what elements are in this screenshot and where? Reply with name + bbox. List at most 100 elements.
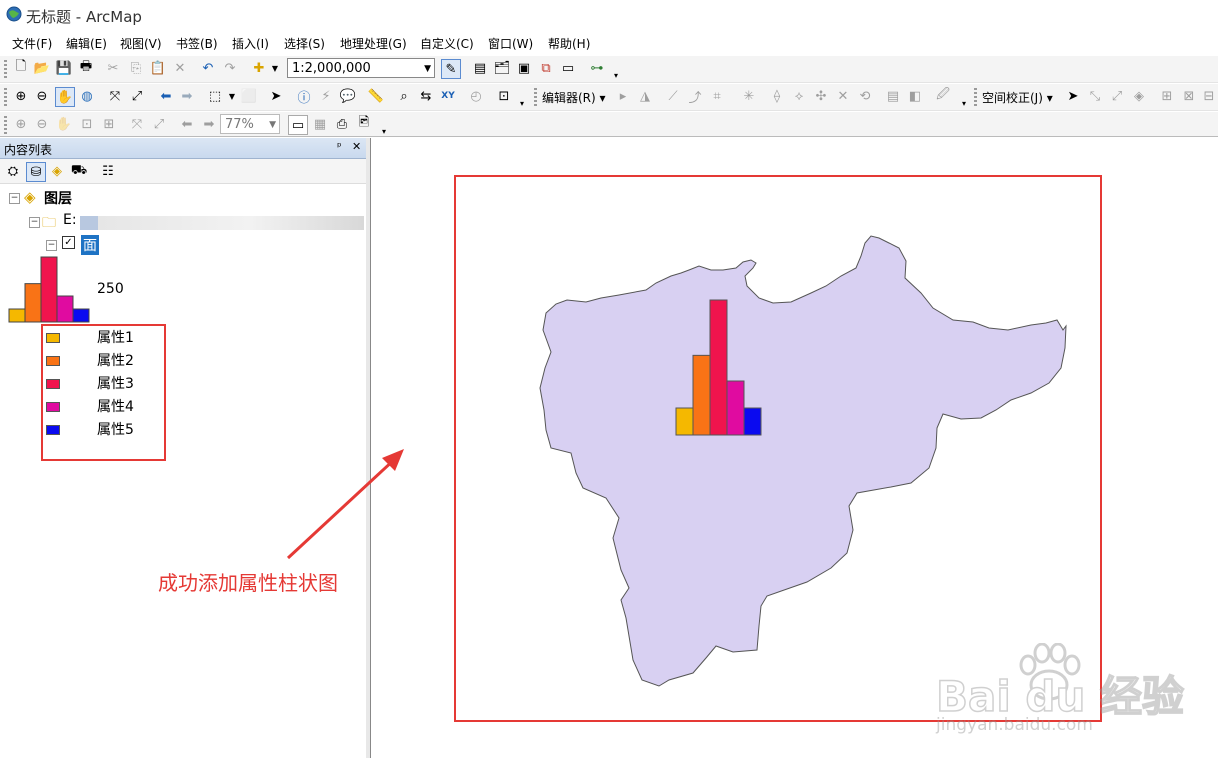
undo-icon[interactable]: ↶ xyxy=(199,59,217,77)
menu-geoprocessing[interactable]: 地理处理(G) xyxy=(340,35,407,52)
menu-windows[interactable]: 窗口(W) xyxy=(488,35,533,52)
zoom-percent-dropdown[interactable]: 77% ▼ xyxy=(220,114,280,134)
trace-icon[interactable]: ⌗ xyxy=(708,87,726,105)
toc-options-icon[interactable]: ☷ xyxy=(99,162,117,180)
layer-name-label[interactable]: 面 xyxy=(81,235,99,255)
spatial-adjustment-menu[interactable]: 空间校正(J) ▾ xyxy=(982,89,1053,106)
back-arrow-icon[interactable]: ⬅ xyxy=(157,87,175,105)
sketch-properties-icon[interactable]: ◧ xyxy=(906,87,924,105)
collapse-icon[interactable]: − xyxy=(9,193,20,204)
select-features-icon[interactable]: ⬚ xyxy=(206,87,224,105)
end-point-arc-icon[interactable]: ⤴ xyxy=(686,87,704,106)
pan-hand-icon[interactable]: ✋ xyxy=(55,87,75,107)
catalog-icon[interactable]: 🗂 xyxy=(493,59,511,77)
toolbar-options-icon[interactable]: ▾ xyxy=(513,94,531,112)
toolbar-grip[interactable] xyxy=(534,88,537,106)
split-icon[interactable]: ✕ xyxy=(834,87,852,105)
edit-tool-icon[interactable]: ▸ xyxy=(614,87,632,105)
data-frame-label[interactable]: 图层 xyxy=(44,188,72,208)
menu-view[interactable]: 视图(V) xyxy=(120,35,162,52)
html-popup-icon[interactable]: 💬 xyxy=(339,87,357,105)
toggle-draft-mode-icon[interactable]: ▭ xyxy=(288,115,308,135)
clear-selection-icon[interactable]: ⬜ xyxy=(240,87,258,105)
menu-insert[interactable]: 插入(I) xyxy=(232,35,269,52)
list-by-visibility-icon[interactable]: ◈ xyxy=(48,162,66,180)
toolbar-grip[interactable] xyxy=(974,88,977,106)
folder-path-label[interactable]: E: xyxy=(63,212,77,228)
toolbar-grip[interactable] xyxy=(4,88,7,106)
list-by-drawing-order-icon[interactable]: ⛭ xyxy=(4,162,22,180)
menu-edit[interactable]: 编辑(E) xyxy=(66,35,107,52)
pan-page-icon[interactable]: ✋ xyxy=(55,115,73,133)
find-binoculars-icon[interactable]: ⌕ xyxy=(395,87,413,105)
select-elements-arrow-icon[interactable]: ➤ xyxy=(267,87,285,105)
list-by-selection-icon[interactable]: ⛟ xyxy=(70,162,88,180)
add-data-dropdown-icon[interactable]: ▼ xyxy=(266,59,284,77)
python-window-icon[interactable]: ▭ xyxy=(559,59,577,77)
go-to-xy-icon[interactable]: XY xyxy=(439,87,457,105)
editor-toolbar-icon[interactable]: ✎ xyxy=(441,59,461,79)
menu-file[interactable]: 文件(F) xyxy=(12,35,52,52)
redo-icon[interactable]: ↷ xyxy=(221,59,239,77)
search-window-icon[interactable]: ▣ xyxy=(515,59,533,77)
open-folder-icon[interactable]: 📂 xyxy=(33,59,51,77)
multiple-displacement-links-icon[interactable]: ◈ xyxy=(1130,87,1148,105)
focus-data-frame-icon[interactable]: ▦ xyxy=(311,115,329,133)
zoom-out-icon[interactable]: ⊖ xyxy=(33,87,51,105)
forward-arrow-icon[interactable]: ➡ xyxy=(178,87,196,105)
toolbar-options-icon[interactable]: ▾ xyxy=(607,66,625,84)
print-icon[interactable]: 🖶 xyxy=(77,59,95,77)
edit-vertices-icon[interactable]: ⟠ xyxy=(768,87,786,105)
zoom-whole-page-icon[interactable]: ⊡ xyxy=(78,115,96,133)
list-by-source-icon[interactable]: ⛁ xyxy=(26,162,46,182)
collapse-icon[interactable]: − xyxy=(46,240,57,251)
save-icon[interactable]: 💾 xyxy=(55,59,73,77)
back-extent-page-icon[interactable]: ⬅ xyxy=(178,115,196,133)
menu-customize[interactable]: 自定义(C) xyxy=(420,35,474,52)
select-elements-arrow-icon[interactable]: ➤ xyxy=(1064,87,1082,105)
fixed-zoom-out-icon[interactable]: ⤢ xyxy=(128,87,146,105)
measure-icon[interactable]: 📏 xyxy=(367,87,385,105)
close-icon[interactable]: ✕ xyxy=(352,140,361,153)
fixed-zoom-in-icon[interactable]: ⤧ xyxy=(106,87,124,105)
zoom-in-icon[interactable]: ⊕ xyxy=(12,87,30,105)
change-layout-icon[interactable]: ⎙ xyxy=(333,115,351,133)
arctoolbox-icon[interactable]: ⧉ xyxy=(537,59,555,77)
zoom-100-percent-icon[interactable]: ⊞ xyxy=(100,115,118,133)
view-link-table-icon[interactable]: ⊞ xyxy=(1158,87,1176,105)
copy-icon[interactable]: ⎘ xyxy=(127,59,145,77)
cut-icon[interactable]: ✂ xyxy=(104,59,122,77)
new-displacement-link-icon[interactable]: ⤡ xyxy=(1086,87,1104,105)
hyperlink-icon[interactable]: ⚡ xyxy=(317,87,335,105)
time-slider-icon[interactable]: ◴ xyxy=(467,87,485,105)
map-display[interactable]: Bai du 经验 jingyan.baidu.com xyxy=(370,138,1218,758)
menu-bookmarks[interactable]: 书签(B) xyxy=(176,35,218,52)
create-features-icon[interactable]: 🖉 xyxy=(934,87,952,105)
reshape-feature-icon[interactable]: ⟡ xyxy=(790,87,808,105)
forward-extent-page-icon[interactable]: ➡ xyxy=(200,115,218,133)
model-builder-icon[interactable]: ⊶ xyxy=(588,59,606,77)
layer-visibility-checkbox[interactable]: ✓ xyxy=(62,236,75,249)
straight-segment-icon[interactable]: ⟋ xyxy=(664,87,682,105)
toolbar-grip[interactable] xyxy=(4,60,7,78)
menu-selection[interactable]: 选择(S) xyxy=(284,35,325,52)
full-extent-globe-icon[interactable]: ◍ xyxy=(78,87,96,105)
modify-link-icon[interactable]: ⤢ xyxy=(1108,87,1126,105)
editor-menu[interactable]: 编辑器(R) ▾ xyxy=(542,89,606,106)
find-route-icon[interactable]: ⇆ xyxy=(417,87,435,105)
rotate-icon[interactable]: ⟲ xyxy=(856,87,874,105)
pin-icon[interactable]: ᵖ xyxy=(337,140,342,153)
delete-icon[interactable]: ✕ xyxy=(171,59,189,77)
menu-help[interactable]: 帮助(H) xyxy=(548,35,590,52)
identify-icon[interactable]: ⓘ xyxy=(295,87,313,106)
select-dropdown-icon[interactable]: ▼ xyxy=(223,87,241,105)
toolbar-options-icon[interactable]: ▾ xyxy=(955,94,973,112)
fixed-zoom-out-page-icon[interactable]: ⤢ xyxy=(150,115,168,133)
region-polygon[interactable] xyxy=(539,235,1067,687)
new-document-icon[interactable]: 🗋 xyxy=(12,59,30,77)
paste-icon[interactable]: 📋 xyxy=(149,59,167,77)
zoom-out-page-icon[interactable]: ⊖ xyxy=(33,115,51,133)
fixed-zoom-in-page-icon[interactable]: ⤧ xyxy=(128,115,146,133)
clear-limited-adjustment-area-icon[interactable]: ⊟ xyxy=(1200,87,1218,105)
new-limited-adjustment-area-icon[interactable]: ⊠ xyxy=(1180,87,1198,105)
